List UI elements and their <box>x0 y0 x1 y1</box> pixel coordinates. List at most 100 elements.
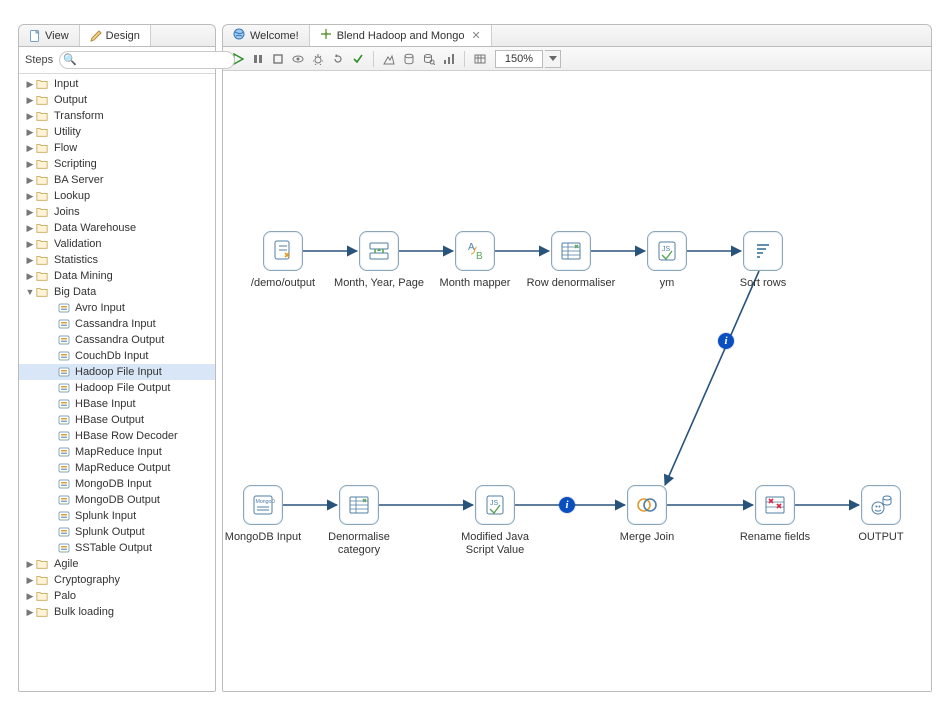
sql-button[interactable] <box>400 50 418 68</box>
tree-leaf[interactable]: Hadoop File Output <box>19 380 215 396</box>
tree-folder[interactable]: ▶BA Server <box>19 172 215 188</box>
tree-folder[interactable]: ▶Output <box>19 92 215 108</box>
tree-folder[interactable]: ▶Transform <box>19 108 215 124</box>
tree-leaf[interactable]: Splunk Output <box>19 524 215 540</box>
tree-folder[interactable]: ▶Statistics <box>19 252 215 268</box>
step-mongodb-input[interactable]: MongoDB MongoDB Input <box>223 485 311 544</box>
tree-leaf[interactable]: Avro Input <box>19 300 215 316</box>
step-output[interactable]: OUTPUT <box>833 485 929 544</box>
step-label: Denormalise category <box>311 531 407 556</box>
tree-leaf[interactable]: SSTable Output <box>19 540 215 556</box>
tree-folder[interactable]: ▶Joins <box>19 204 215 220</box>
step-icon <box>57 334 71 346</box>
tree-folder-label: Cryptography <box>54 574 120 586</box>
disclosure-icon: ▶ <box>25 223 35 234</box>
tab-job[interactable]: Blend Hadoop and Mongo ✕ <box>310 25 492 46</box>
tree-folder[interactable]: ▶Validation <box>19 236 215 252</box>
tab-view[interactable]: View <box>19 25 80 46</box>
disclosure-icon: ▶ <box>25 607 35 618</box>
verify-button[interactable] <box>349 50 367 68</box>
editor-tabs: Welcome! Blend Hadoop and Mongo ✕ <box>223 25 931 47</box>
tree-leaf[interactable]: HBase Output <box>19 412 215 428</box>
close-icon[interactable]: ✕ <box>472 29 481 42</box>
step-merge-join[interactable]: Merge Join <box>599 485 695 544</box>
tree-folder-label: Data Mining <box>54 270 113 282</box>
tree-folder-label: Utility <box>54 126 81 138</box>
steps-tree[interactable]: ▶Input▶Output▶Transform▶Utility▶Flow▶Scr… <box>19 74 215 691</box>
stop-button[interactable] <box>269 50 287 68</box>
step-icon <box>57 510 71 522</box>
tree-leaf[interactable]: HBase Input <box>19 396 215 412</box>
preview-button[interactable] <box>289 50 307 68</box>
step-label: OUTPUT <box>858 531 903 544</box>
tree-folder[interactable]: ▶Palo <box>19 588 215 604</box>
step-ym[interactable]: JS ym <box>619 231 715 290</box>
step-demo-output[interactable]: /demo/output <box>235 231 331 290</box>
step-row-denormaliser[interactable]: Row denormaliser <box>523 231 619 290</box>
canvas-scroll[interactable]: i i /demo/output Month, Year, Page AB Mo… <box>223 71 931 691</box>
step-sort-rows[interactable]: Sort rows <box>715 231 811 290</box>
tree-folder[interactable]: ▶Data Mining <box>19 268 215 284</box>
search-input[interactable] <box>59 51 235 69</box>
disclosure-icon: ▶ <box>25 591 35 602</box>
svg-text:JS: JS <box>662 246 671 253</box>
tree-folder-label: Data Warehouse <box>54 222 136 234</box>
show-results-button[interactable] <box>471 50 489 68</box>
tree-leaf[interactable]: MongoDB Input <box>19 476 215 492</box>
disclosure-icon: ▶ <box>25 159 35 170</box>
explore-db-button[interactable] <box>420 50 438 68</box>
tree-leaf[interactable]: HBase Row Decoder <box>19 428 215 444</box>
step-month-mapper[interactable]: AB Month mapper <box>427 231 523 290</box>
tree-folder[interactable]: ▶Flow <box>19 140 215 156</box>
info-badge[interactable]: i <box>718 333 734 349</box>
tree-folder[interactable]: ▶Scripting <box>19 156 215 172</box>
toolbar-separator <box>464 51 465 67</box>
step-rename-fields[interactable]: Rename fields <box>727 485 823 544</box>
canvas[interactable]: i i /demo/output Month, Year, Page AB Mo… <box>223 71 931 691</box>
folder-icon <box>36 238 50 250</box>
step-icon <box>57 526 71 538</box>
tree-leaf-label: HBase Output <box>75 414 144 426</box>
tree-leaf[interactable]: Cassandra Input <box>19 316 215 332</box>
search-row: Steps 🔍 <box>19 47 215 74</box>
tab-design[interactable]: Design <box>80 25 151 46</box>
tree-leaf[interactable]: MongoDB Output <box>19 492 215 508</box>
tree-leaf[interactable]: Splunk Input <box>19 508 215 524</box>
step-icon <box>57 350 71 362</box>
debug-button[interactable] <box>309 50 327 68</box>
tree-folder[interactable]: ▶Utility <box>19 124 215 140</box>
replay-button[interactable] <box>329 50 347 68</box>
app-root: View Design Steps 🔍 ▶Input▶Output▶Tra <box>0 0 950 702</box>
step-icon <box>57 382 71 394</box>
zoom-dropdown[interactable] <box>545 50 561 68</box>
svg-text:MongoDB: MongoDB <box>256 499 276 505</box>
tree-folder[interactable]: ▶Lookup <box>19 188 215 204</box>
left-tabs: View Design <box>19 25 215 47</box>
step-mjsv[interactable]: JS Modified Java Script Value <box>447 485 543 556</box>
tree-folder[interactable]: ▼Big Data <box>19 284 215 300</box>
tree-leaf[interactable]: Cassandra Output <box>19 332 215 348</box>
impact-button[interactable] <box>380 50 398 68</box>
tree-folder[interactable]: ▶Agile <box>19 556 215 572</box>
tree-folder[interactable]: ▶Bulk loading <box>19 604 215 620</box>
tree-folder[interactable]: ▶ Data Warehouse <box>19 220 215 236</box>
tab-welcome[interactable]: Welcome! <box>223 25 310 46</box>
analyse-button[interactable] <box>440 50 458 68</box>
zoom-value[interactable]: 150% <box>495 50 543 68</box>
info-badge[interactable]: i <box>559 497 575 513</box>
tree-leaf[interactable]: Hadoop File Input <box>19 364 215 380</box>
folder-icon <box>36 222 50 234</box>
tree-leaf-label: Avro Input <box>75 302 125 314</box>
tree-leaf-label: Cassandra Output <box>75 334 164 346</box>
pause-button[interactable] <box>249 50 267 68</box>
step-month-year-page[interactable]: Month, Year, Page <box>331 231 427 290</box>
tree-leaf-label: CouchDb Input <box>75 350 148 362</box>
tree-folder-label: Validation <box>54 238 102 250</box>
tree-leaf[interactable]: CouchDb Input <box>19 348 215 364</box>
step-denormalise-category[interactable]: Denormalise category <box>311 485 407 556</box>
tree-folder[interactable]: ▶Cryptography <box>19 572 215 588</box>
tree-leaf[interactable]: MapReduce Output <box>19 460 215 476</box>
tree-leaf[interactable]: MapReduce Input <box>19 444 215 460</box>
tree-folder[interactable]: ▶Input <box>19 76 215 92</box>
tree-folder-label: Input <box>54 78 78 90</box>
